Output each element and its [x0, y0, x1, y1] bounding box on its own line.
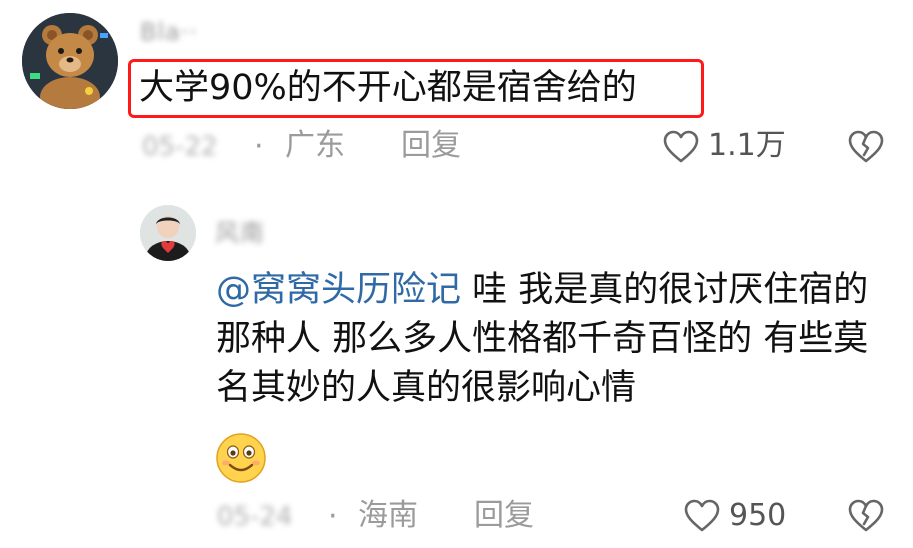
- like-count: 1.1万: [708, 128, 786, 163]
- user-avatar[interactable]: [22, 13, 118, 109]
- reply-user-avatar[interactable]: [140, 205, 196, 261]
- comment-text: 大学90%的不开心都是宿舍给的: [139, 68, 637, 108]
- reply-date: 05-24: [217, 502, 293, 532]
- reply-button[interactable]: 回复: [401, 129, 461, 163]
- heart-outline-icon[interactable]: [684, 499, 720, 537]
- comment-username[interactable]: Bla··: [140, 18, 198, 46]
- separator-dot: ·: [254, 129, 264, 164]
- reply-username[interactable]: 风南: [215, 213, 265, 248]
- comment-date: 05-22: [142, 132, 218, 162]
- mention-link[interactable]: @窝窝头历险记: [216, 270, 461, 310]
- heart-outline-icon[interactable]: [663, 130, 699, 168]
- person-avatar-icon: [140, 205, 196, 261]
- reply-location: 海南: [358, 498, 418, 533]
- reply-button[interactable]: 回复: [474, 499, 534, 533]
- smiling-face-emoji-icon: [215, 432, 267, 484]
- like-count: 950: [729, 498, 787, 533]
- broken-heart-icon[interactable]: [848, 130, 884, 168]
- reply-text: @窝窝头历险记 哇 我是真的很讨厌住宿的那种人 那么多人性格都千奇百怪的 有些莫…: [216, 266, 896, 413]
- comment-location: 广东: [285, 128, 345, 163]
- bear-costume-avatar-icon: [22, 13, 118, 109]
- broken-heart-icon[interactable]: [848, 499, 884, 537]
- separator-dot: ·: [328, 499, 338, 534]
